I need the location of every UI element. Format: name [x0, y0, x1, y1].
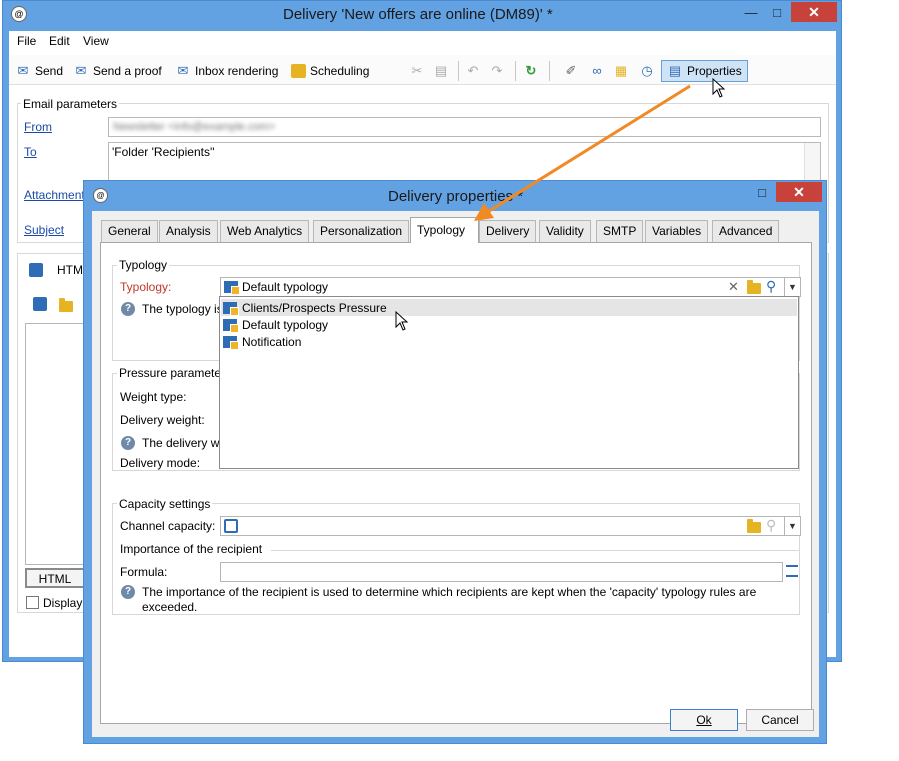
annotation-arrow: [474, 84, 691, 221]
mouse-cursor-icon: [395, 311, 409, 331]
arrow-line: [485, 84, 691, 215]
arrow-head: [474, 203, 494, 221]
mouse-cursor-icon: [712, 78, 726, 98]
